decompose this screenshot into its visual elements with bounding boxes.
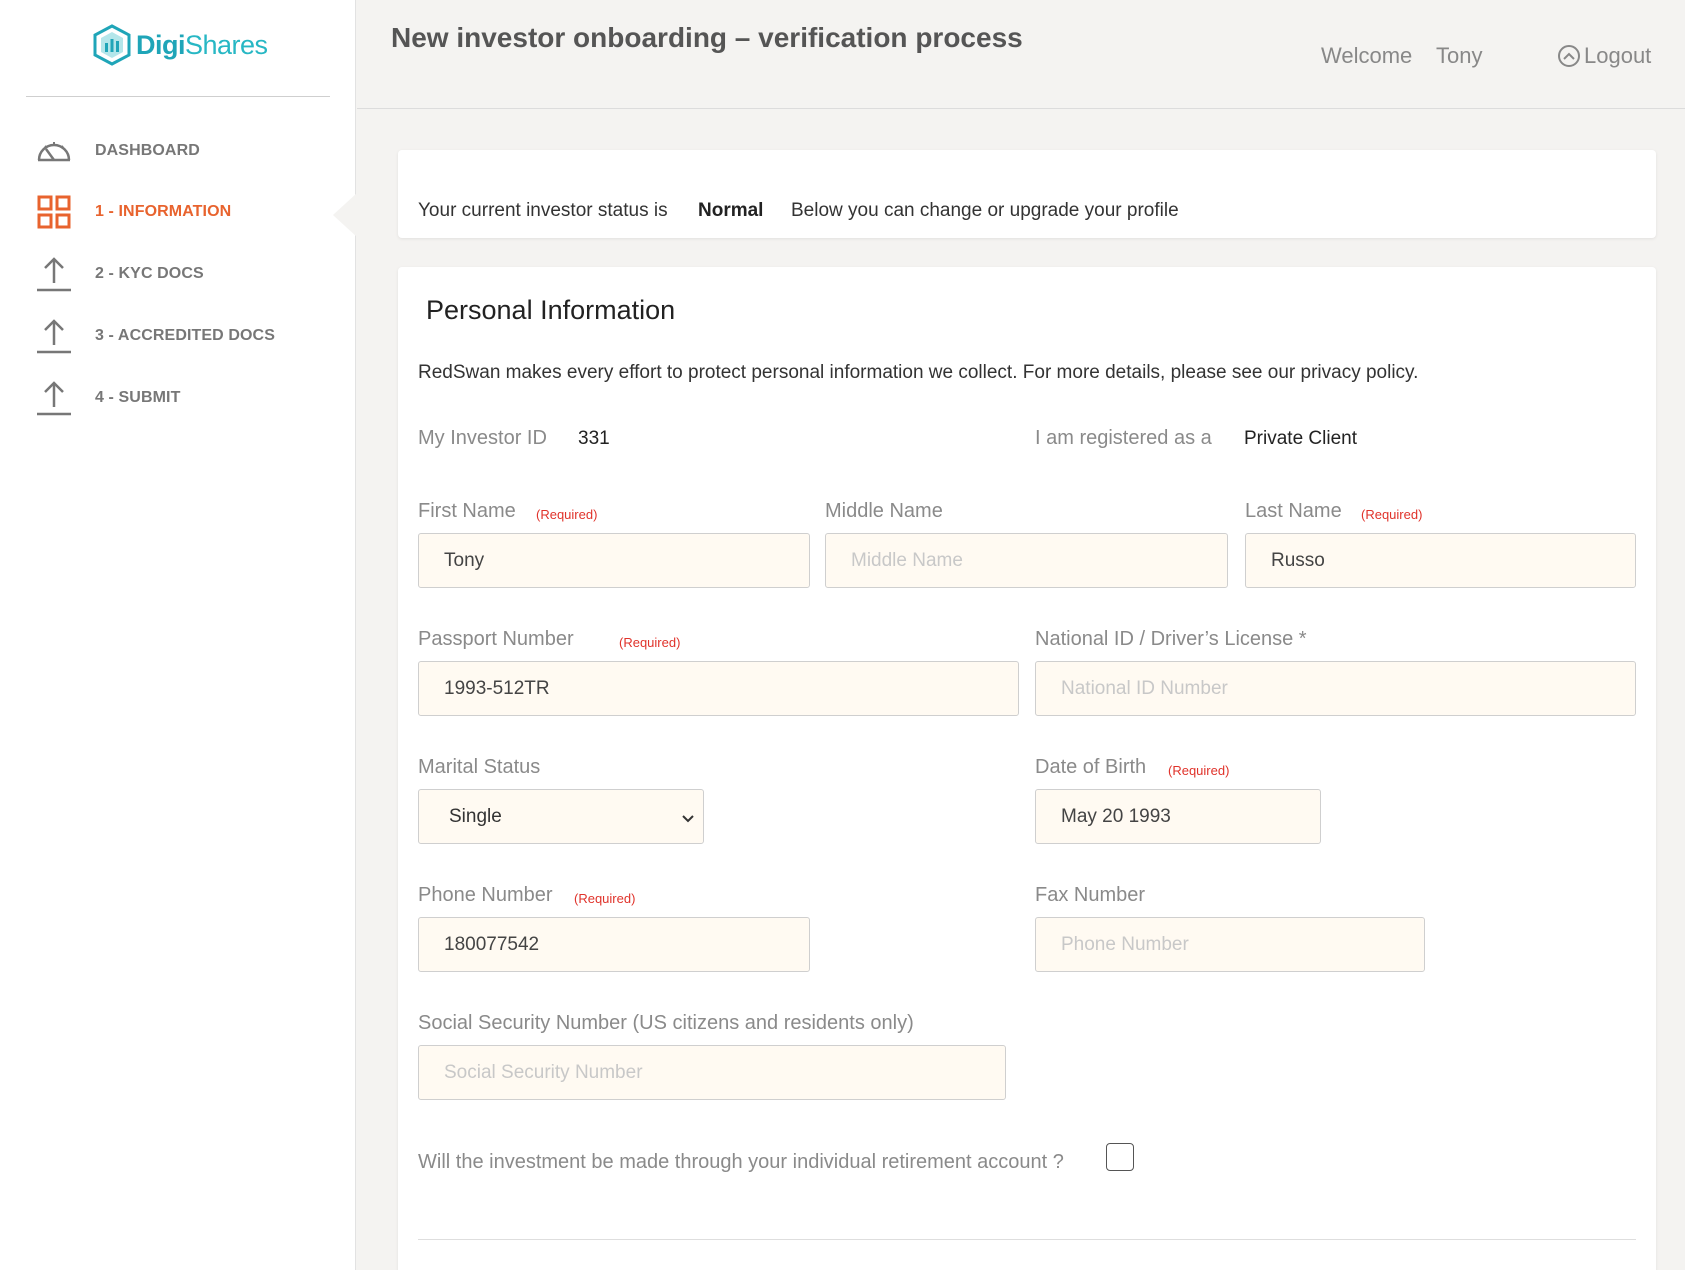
- middle-name-input[interactable]: [825, 533, 1228, 588]
- upload-icon: [34, 378, 74, 418]
- ira-checkbox[interactable]: [1106, 1143, 1134, 1171]
- section-divider: [418, 1239, 1636, 1240]
- passport-number-label: Passport Number: [418, 628, 574, 650]
- last-name-input[interactable]: [1245, 533, 1636, 588]
- registered-as-value: Private Client: [1244, 428, 1357, 449]
- investor-id-label: My Investor ID: [418, 427, 547, 449]
- required-tag: (Required): [1168, 763, 1230, 778]
- digishares-logo-icon: [93, 24, 131, 66]
- middle-name-label: Middle Name: [825, 500, 943, 522]
- investor-status-card: Your current investor status is Normal B…: [398, 150, 1656, 238]
- marital-status-select[interactable]: Single: [418, 789, 704, 844]
- digishares-logo[interactable]: DigiShares: [92, 22, 268, 68]
- required-tag: (Required): [1361, 507, 1423, 522]
- date-of-birth-input[interactable]: [1035, 789, 1321, 844]
- required-tag: (Required): [619, 635, 681, 650]
- passport-number-input[interactable]: [418, 661, 1019, 716]
- date-of-birth-label: Date of Birth: [1035, 756, 1147, 778]
- status-prefix: Your current investor status is: [418, 200, 668, 221]
- sidebar-item-information[interactable]: 1 - INFORMATION: [34, 192, 334, 232]
- logout-button[interactable]: Logout: [1558, 43, 1651, 69]
- sidebar-item-label: DASHBOARD: [95, 142, 200, 159]
- privacy-notice: RedSwan makes every effort to protect pe…: [418, 362, 1419, 383]
- section-title: Personal Information: [426, 295, 676, 325]
- upload-icon: [34, 254, 74, 294]
- national-id-input[interactable]: [1035, 661, 1636, 716]
- sidebar-item-kyc-docs[interactable]: 2 - KYC DOCS: [34, 254, 334, 294]
- marital-status-label: Marital Status: [418, 756, 541, 778]
- active-item-pointer: [333, 193, 357, 237]
- logout-label: Logout: [1584, 43, 1652, 68]
- chevron-up-circle-icon: [1558, 45, 1580, 67]
- registered-as-label: I am registered as a: [1035, 427, 1212, 449]
- phone-number-label: Phone Number: [418, 884, 553, 906]
- personal-information-card: Personal Information RedSwan makes every…: [398, 267, 1656, 1270]
- ssn-label: Social Security Number (US citizens and …: [418, 1012, 914, 1034]
- sidebar: DigiShares DASHBOARD 1 - INFORMATION 2 -…: [0, 0, 356, 1270]
- ssn-input[interactable]: [418, 1045, 1006, 1100]
- required-tag: (Required): [536, 507, 598, 522]
- national-id-label: National ID / Driver’s License *: [1035, 628, 1307, 650]
- status-suffix: Below you can change or upgrade your pro…: [791, 200, 1179, 221]
- header: New investor onboarding – verification p…: [357, 0, 1685, 109]
- sidebar-item-accredited-docs[interactable]: 3 - ACCREDITED DOCS: [34, 316, 334, 356]
- sidebar-item-label: 3 - ACCREDITED DOCS: [95, 327, 275, 344]
- sidebar-divider: [26, 96, 330, 97]
- first-name-input[interactable]: [418, 533, 810, 588]
- phone-number-input[interactable]: [418, 917, 810, 972]
- fax-number-label: Fax Number: [1035, 884, 1146, 906]
- sidebar-item-label: 4 - SUBMIT: [95, 389, 181, 406]
- fax-number-input[interactable]: [1035, 917, 1425, 972]
- chevron-down-icon: [681, 808, 695, 830]
- grid-icon: [34, 192, 74, 232]
- marital-status-value: Single: [449, 805, 502, 827]
- last-name-label: Last Name: [1245, 500, 1342, 522]
- username: Tony: [1436, 43, 1483, 68]
- status-value: Normal: [698, 200, 764, 221]
- sidebar-item-label: 1 - INFORMATION: [95, 203, 232, 220]
- page-title: New investor onboarding – verification p…: [391, 22, 1023, 53]
- upload-icon: [34, 316, 74, 356]
- first-name-label: First Name: [418, 500, 516, 522]
- sidebar-item-label: 2 - KYC DOCS: [95, 265, 204, 282]
- required-tag: (Required): [574, 891, 636, 906]
- sidebar-item-submit[interactable]: 4 - SUBMIT: [34, 378, 334, 418]
- ira-question: Will the investment be made through your…: [418, 1151, 1064, 1173]
- speedometer-icon: [34, 131, 74, 171]
- welcome-text: Welcome: [1321, 43, 1413, 68]
- sidebar-item-dashboard[interactable]: DASHBOARD: [34, 131, 334, 171]
- logo-text: DigiShares: [136, 29, 268, 60]
- investor-id-value: 331: [578, 428, 610, 449]
